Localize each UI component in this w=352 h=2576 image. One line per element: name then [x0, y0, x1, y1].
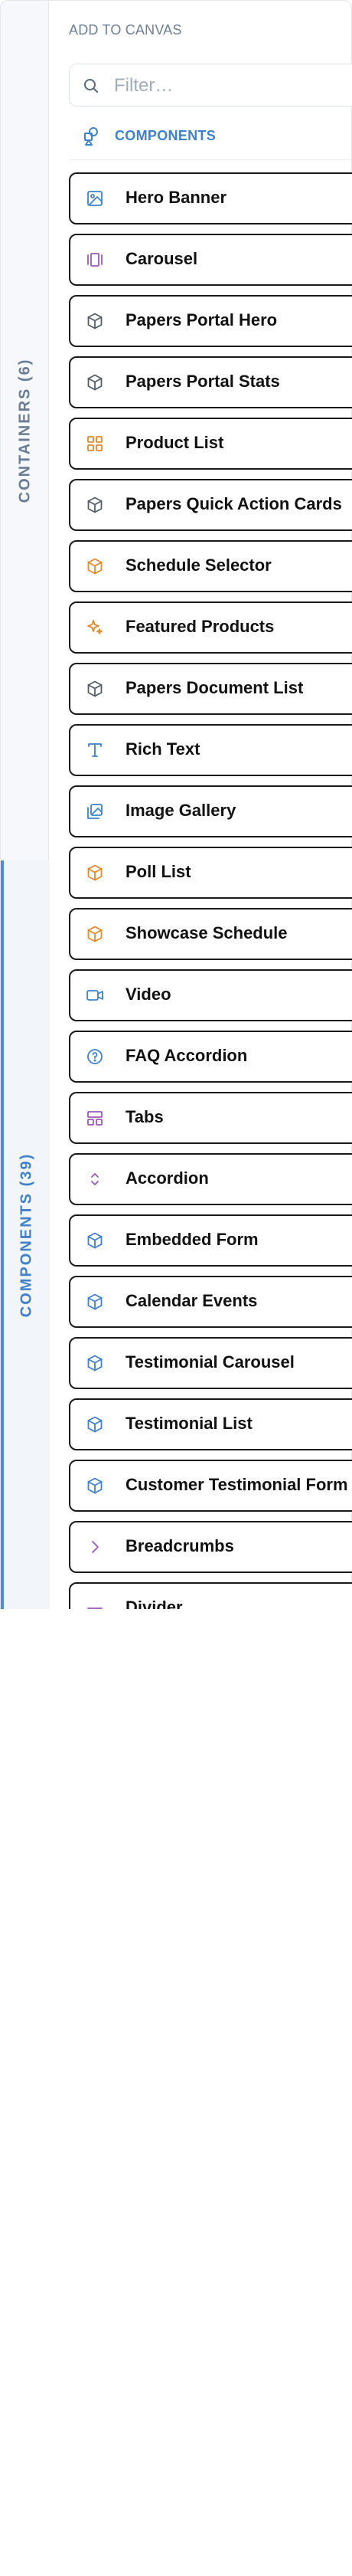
- carousel-icon: [87, 253, 103, 267]
- component-item-label: Calendar Events: [125, 1291, 258, 1310]
- component-item-label: Featured Products: [125, 617, 275, 636]
- video-icon: [86, 990, 103, 1001]
- component-item-papers-quick-action-cards[interactable]: Papers Quick Action Cards: [69, 479, 352, 531]
- component-item-label: Papers Portal Stats: [125, 372, 280, 391]
- components-section-label: COMPONENTS: [115, 128, 217, 143]
- component-item-label: Image Gallery: [125, 801, 236, 820]
- cube-icon: [87, 374, 103, 391]
- components-icon: [84, 127, 98, 146]
- cube-icon: [87, 313, 103, 329]
- search-icon: [84, 79, 98, 93]
- component-item-testimonial-list[interactable]: Testimonial List: [69, 1398, 352, 1450]
- filter-input[interactable]: [112, 70, 352, 101]
- cube-icon: [87, 1355, 103, 1372]
- image-icon: [87, 191, 103, 206]
- chevrons-icon: [91, 1173, 99, 1185]
- component-item-label: Papers Document List: [125, 678, 304, 697]
- tab-containers-label: CONTAINERS (6): [16, 358, 34, 503]
- component-item-label: Video: [125, 985, 171, 1004]
- cube-icon: [87, 1477, 103, 1494]
- component-item-calendar-events[interactable]: Calendar Events: [69, 1276, 352, 1328]
- component-browser: ADD TO CANVAS COMPONENTS Hero Banner Caro…: [49, 0, 352, 1609]
- cube-icon: [87, 1232, 103, 1249]
- component-item-image-gallery[interactable]: Image Gallery: [69, 785, 352, 837]
- component-item-carousel[interactable]: Carousel: [69, 234, 352, 286]
- component-item-label: FAQ Accordion: [125, 1046, 248, 1065]
- component-item-label: Customer Testimonial Form: [125, 1475, 348, 1494]
- panel-title: ADD TO CANVAS: [69, 22, 182, 38]
- component-item-label: Embedded Form: [125, 1230, 259, 1249]
- component-item-label: Schedule Selector: [125, 556, 272, 575]
- component-item-accordion[interactable]: Accordion: [69, 1153, 352, 1205]
- text-icon: [88, 743, 102, 757]
- component-item-showcase-schedule[interactable]: Showcase Schedule: [69, 908, 352, 960]
- component-item-papers-document-list[interactable]: Papers Document List: [69, 663, 352, 715]
- component-item-hero-banner[interactable]: Hero Banner: [69, 172, 352, 224]
- component-item-label: Testimonial List: [125, 1414, 253, 1433]
- cube-icon: [87, 497, 103, 513]
- component-item-divider[interactable]: Divider: [69, 1582, 352, 1609]
- divider-icon: [87, 1608, 103, 1609]
- component-item-rich-text[interactable]: Rich Text: [69, 724, 352, 776]
- category-rail: CONTAINERS (6) COMPONENTS (39): [0, 0, 50, 1609]
- cube-icon: [87, 558, 103, 575]
- component-item-label: Papers Portal Hero: [125, 310, 278, 329]
- component-item-label: Showcase Schedule: [125, 923, 288, 942]
- component-item-schedule-selector[interactable]: Schedule Selector: [69, 540, 352, 592]
- tab-components[interactable]: COMPONENTS (39): [1, 860, 50, 1609]
- chevron-right-icon: [92, 1541, 99, 1553]
- component-item-label: Breadcrumbs: [125, 1536, 234, 1555]
- component-item-label: Accordion: [125, 1168, 209, 1188]
- component-item-embedded-form[interactable]: Embedded Form: [69, 1214, 352, 1267]
- cube-icon: [87, 926, 103, 942]
- component-item-label: Hero Banner: [125, 188, 227, 207]
- components-section-header: COMPONENTS: [69, 117, 352, 160]
- component-item-label: Rich Text: [125, 739, 200, 759]
- component-item-customer-testimonial-form[interactable]: Customer Testimonial Form: [69, 1460, 352, 1512]
- component-item-label: Product List: [125, 433, 224, 452]
- component-item-label: Carousel: [125, 249, 198, 268]
- tabs-icon: [87, 1111, 103, 1126]
- component-item-label: Tabs: [125, 1107, 164, 1126]
- component-item-label: Poll List: [125, 862, 191, 881]
- cube-icon: [87, 1416, 103, 1433]
- cube-icon: [87, 864, 103, 881]
- component-item-tabs[interactable]: Tabs: [69, 1092, 352, 1144]
- question-icon: [87, 1049, 103, 1064]
- component-item-label: Divider: [125, 1598, 183, 1609]
- tab-components-label: COMPONENTS (39): [18, 1152, 35, 1318]
- component-item-faq-accordion[interactable]: FAQ Accordion: [69, 1031, 352, 1083]
- filter-box[interactable]: [69, 64, 352, 107]
- component-item-breadcrumbs[interactable]: Breadcrumbs: [69, 1521, 352, 1573]
- add-to-canvas-panel: CONTAINERS (6) COMPONENTS (39) ADD TO CA…: [0, 0, 352, 1609]
- grid-icon: [87, 436, 103, 451]
- component-item-papers-portal-stats[interactable]: Papers Portal Stats: [69, 356, 352, 408]
- component-item-product-list[interactable]: Product List: [69, 418, 352, 470]
- cube-icon: [87, 1293, 103, 1310]
- component-item-testimonial-carousel[interactable]: Testimonial Carousel: [69, 1337, 352, 1389]
- component-item-poll-list[interactable]: Poll List: [69, 847, 352, 899]
- component-item-label: Papers Quick Action Cards: [125, 494, 342, 513]
- component-item-label: Testimonial Carousel: [125, 1352, 295, 1372]
- sparkles-icon: [87, 620, 103, 634]
- component-item-featured-products[interactable]: Featured Products: [69, 601, 352, 654]
- cube-icon: [87, 680, 103, 697]
- component-item-papers-portal-hero[interactable]: Papers Portal Hero: [69, 295, 352, 347]
- component-item-video[interactable]: Video: [69, 969, 352, 1021]
- gallery-icon: [87, 804, 103, 819]
- tab-containers[interactable]: CONTAINERS (6): [1, 1, 50, 860]
